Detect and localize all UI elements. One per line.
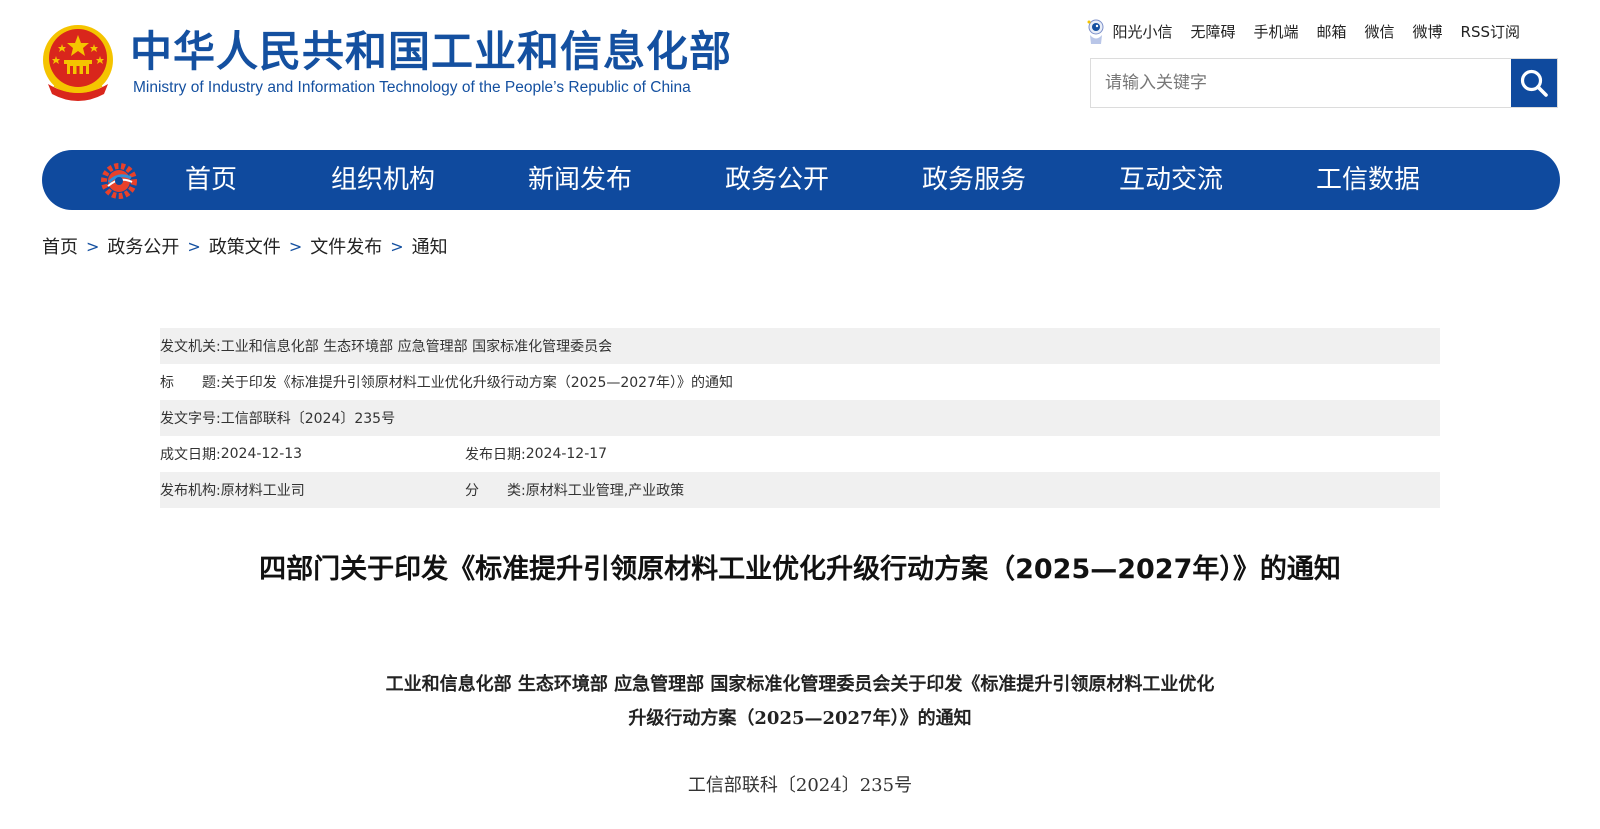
search-box	[1090, 58, 1558, 108]
meta-row-title: 标 题: 关于印发《标准提升引领原材料工业优化升级行动方案（2025—2027年…	[160, 364, 1440, 400]
breadcrumb-gov-affairs[interactable]: 政务公开	[107, 233, 179, 259]
document-heading-line: 工业和信息化部 生态环境部 应急管理部 国家标准化管理委员会关于印发《标准提升引…	[385, 674, 1215, 695]
meta-value-issuer: 工业和信息化部 生态环境部 应急管理部 国家标准化管理委员会	[220, 339, 613, 355]
mascot-icon[interactable]	[1086, 18, 1106, 46]
meta-value-org: 原材料工业司	[220, 483, 305, 499]
nav-organization[interactable]: 组织机构	[331, 150, 435, 210]
main-nav: 首页 组织机构 新闻发布 政务公开 政务服务 互动交流 工信数据	[42, 150, 1560, 210]
nav-news[interactable]: 新闻发布	[528, 150, 632, 210]
breadcrumb-doc-release[interactable]: 文件发布	[310, 233, 382, 259]
meta-value-written: 2024-12-13	[220, 446, 303, 462]
document-meta-table: 发文机关: 工业和信息化部 生态环境部 应急管理部 国家标准化管理委员会 标 题…	[160, 328, 1440, 508]
site-header: 中华人民共和国工业和信息化部 Ministry of Industry and …	[0, 0, 1600, 140]
search-button[interactable]	[1511, 59, 1557, 107]
site-title: 中华人民共和国工业和信息化部	[130, 27, 733, 76]
national-emblem-icon[interactable]	[40, 22, 116, 102]
toplink-sunshine[interactable]: 阳光小信	[1112, 20, 1172, 44]
breadcrumb-separator: >	[187, 236, 201, 256]
toplink-wechat[interactable]: 微信	[1365, 20, 1395, 44]
toplink-accessibility[interactable]: 无障碍	[1190, 20, 1235, 44]
nav-gov-services[interactable]: 政务服务	[922, 150, 1026, 210]
breadcrumb-notice[interactable]: 通知	[412, 233, 448, 259]
toplink-weibo[interactable]: 微博	[1413, 20, 1443, 44]
meta-label-issuer: 发文机关:	[160, 339, 221, 355]
meta-value-title: 关于印发《标准提升引领原材料工业优化升级行动方案（2025—2027年）》的通知	[220, 375, 733, 391]
article-title: 四部门关于印发《标准提升引领原材料工业优化升级行动方案（2025—2027年）》…	[259, 554, 1341, 585]
meta-label-written: 成文日期:	[160, 447, 221, 463]
nav-gov-affairs[interactable]: 政务公开	[725, 150, 829, 210]
top-links: 阳光小信 无障碍 手机端 邮箱 微信 微博 RSS订阅	[1086, 18, 1520, 46]
meta-value-docno: 工信部联科〔2024〕235号	[220, 411, 396, 427]
document-heading: 工业和信息化部 生态环境部 应急管理部 国家标准化管理委员会关于印发《标准提升引…	[0, 668, 1600, 736]
breadcrumb-home[interactable]: 首页	[42, 233, 78, 259]
meta-row-org: 发布机构: 原材料工业司 分 类: 原材料工业管理,产业政策	[160, 472, 1440, 508]
meta-label-category: 分 类:	[465, 483, 526, 499]
breadcrumb-separator: >	[390, 236, 404, 256]
toplink-mail[interactable]: 邮箱	[1316, 20, 1346, 44]
document-number: 工信部联科〔2024〕235号	[687, 775, 913, 796]
search-input[interactable]	[1091, 59, 1513, 107]
meta-label-docno: 发文字号:	[160, 411, 221, 427]
meta-row-issuer: 发文机关: 工业和信息化部 生态环境部 应急管理部 国家标准化管理委员会	[160, 328, 1440, 364]
meta-row-docno: 发文字号: 工信部联科〔2024〕235号	[160, 400, 1440, 436]
breadcrumb-separator: >	[86, 236, 100, 256]
site-subtitle: Ministry of Industry and Information Tec…	[133, 79, 691, 96]
breadcrumb-policy-docs[interactable]: 政策文件	[209, 233, 281, 259]
meta-value-category: 原材料工业管理,产业政策	[525, 483, 685, 499]
toplink-mobile[interactable]: 手机端	[1253, 20, 1298, 44]
breadcrumb-separator: >	[288, 236, 303, 256]
nav-home[interactable]: 首页	[185, 150, 237, 210]
meta-label-title: 标 题:	[160, 375, 221, 391]
nav-data[interactable]: 工信数据	[1316, 150, 1420, 210]
meta-row-dates: 成文日期: 2024-12-13 发布日期: 2024-12-17	[160, 436, 1440, 472]
miit-logo-icon[interactable]	[100, 162, 138, 200]
meta-value-published: 2024-12-17	[525, 446, 608, 462]
document-heading-line: 升级行动方案（2025—2027年）》的通知	[628, 708, 972, 729]
toplink-rss[interactable]: RSS订阅	[1461, 20, 1520, 44]
nav-interaction[interactable]: 互动交流	[1119, 150, 1223, 210]
meta-label-org: 发布机构:	[160, 483, 221, 499]
search-icon	[1520, 69, 1548, 97]
meta-label-published: 发布日期:	[465, 447, 526, 463]
breadcrumb: 首页 > 政务公开 > 政策文件 > 文件发布 > 通知	[42, 232, 448, 260]
